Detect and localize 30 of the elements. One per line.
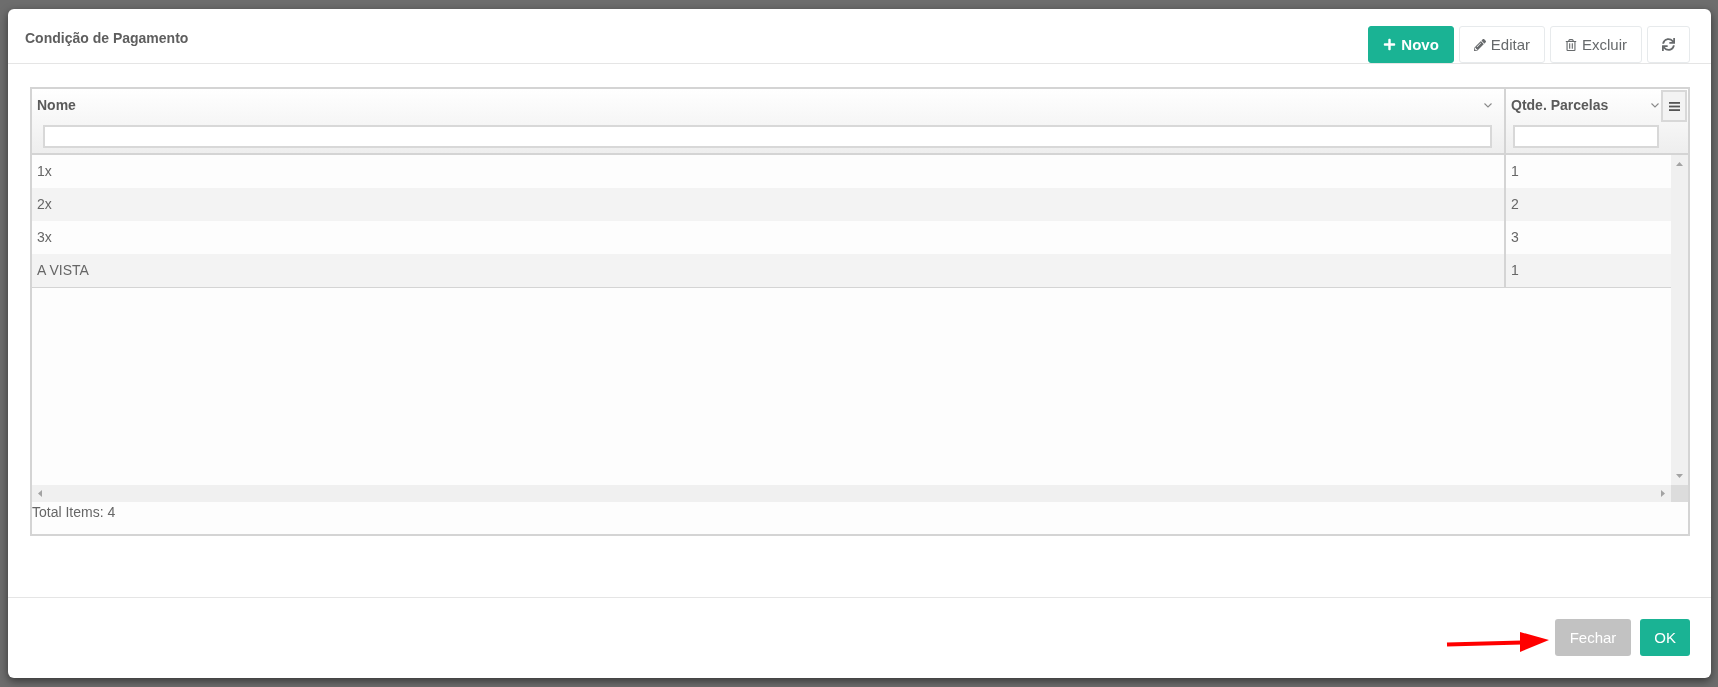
trash-icon (1565, 38, 1577, 51)
dialog-title: Condição de Pagamento (25, 29, 189, 48)
table-cell-text: 1 (1510, 261, 1520, 280)
total-items-label: Total Items: 4 (32, 503, 116, 522)
caret-down-icon[interactable] (1676, 474, 1683, 478)
column-title[interactable]: Nome (37, 97, 76, 113)
filter-input[interactable] (1513, 125, 1659, 148)
table-cell-text: 1 (1510, 162, 1520, 181)
edit-button[interactable]: Editar (1458, 26, 1545, 63)
menu-icon (1668, 101, 1680, 111)
caret-left-icon[interactable] (38, 490, 42, 497)
filter-input[interactable] (43, 125, 1492, 148)
table-cell-text: 2 (1510, 195, 1520, 214)
delete-button[interactable]: Excluir (1550, 26, 1642, 63)
chevron-down-icon[interactable] (1651, 102, 1659, 108)
chevron-down-icon[interactable] (1484, 102, 1492, 108)
vertical-scrollbar[interactable] (1671, 155, 1688, 485)
table-cell: A VISTA (32, 254, 1506, 287)
grid-menu-button[interactable] (1661, 90, 1687, 122)
pencil-icon (1473, 38, 1486, 51)
table-cell-text: 3 (1510, 228, 1520, 247)
column-title[interactable]: Qtde. Parcelas (1511, 97, 1609, 113)
plus-icon (1383, 38, 1397, 51)
horizontal-scrollbar[interactable] (32, 485, 1671, 502)
refresh-icon (1662, 38, 1675, 51)
caret-up-icon[interactable] (1676, 162, 1683, 166)
caret-right-icon[interactable] (1661, 490, 1665, 497)
grid-row[interactable]: A VISTA 1 (32, 254, 1671, 287)
grid-row[interactable]: 2x 2 (32, 188, 1671, 221)
refresh-button[interactable] (1647, 26, 1690, 63)
